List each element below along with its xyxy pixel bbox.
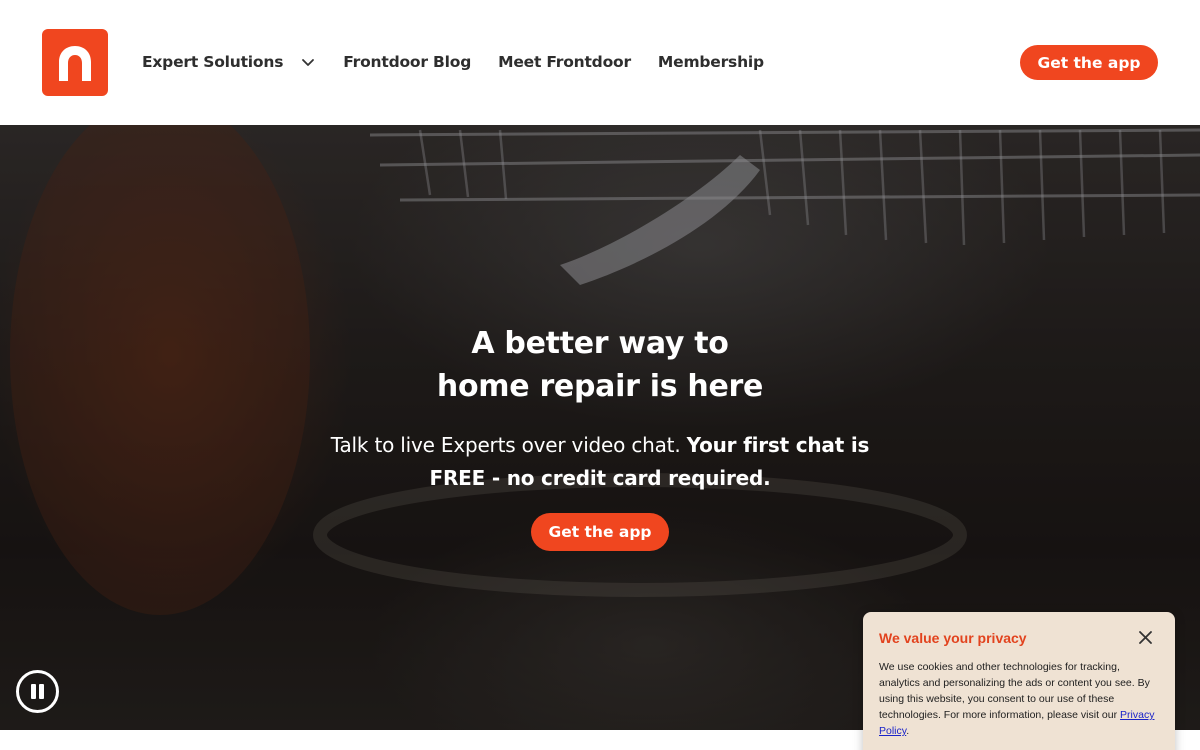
cookie-body-end: . (906, 725, 910, 737)
frontdoor-logo-icon[interactable] (42, 29, 108, 96)
nav-item-label: Frontdoor Blog (343, 53, 472, 71)
pause-bar-right (39, 684, 44, 699)
pause-bar-left (31, 684, 36, 699)
main-nav: Expert Solutions Frontdoor Blog Meet Fro… (142, 51, 764, 73)
hero-subtitle: Talk to live Experts over video chat. Yo… (330, 429, 870, 495)
hero-title-line-1: A better way to (471, 326, 729, 361)
nav-item-meet-frontdoor[interactable]: Meet Frontdoor (498, 53, 631, 71)
pause-icon[interactable] (16, 670, 59, 713)
logo-mark (59, 46, 91, 81)
nav-item-membership[interactable]: Membership (658, 53, 764, 71)
hero-title-line-2: home repair is here (436, 369, 764, 404)
cookie-title: We value your privacy (879, 630, 1027, 646)
cookie-consent-banner: We value your privacy We use cookies and… (863, 612, 1175, 750)
nav-item-label: Expert Solutions (142, 53, 284, 71)
nav-item-label: Meet Frontdoor (498, 53, 631, 71)
get-app-button[interactable]: Get the app (1020, 45, 1158, 80)
chevron-down-icon (301, 55, 315, 69)
site-header: Expert Solutions Frontdoor Blog Meet Fro… (0, 0, 1200, 125)
hero-title: A better way to home repair is here (0, 322, 1200, 408)
close-icon[interactable] (1137, 629, 1154, 646)
cookie-body-text: We use cookies and other technologies fo… (879, 661, 1150, 721)
nav-item-frontdoor-blog[interactable]: Frontdoor Blog (343, 53, 471, 71)
nav-item-label: Membership (657, 53, 764, 71)
cookie-body: We use cookies and other technologies fo… (879, 659, 1161, 739)
hero-get-app-button[interactable]: Get the app (531, 513, 669, 551)
nav-item-expert-solutions[interactable]: Expert Solutions (142, 53, 315, 71)
hero-subtitle-regular: Talk to live Experts over video chat. (330, 433, 687, 457)
